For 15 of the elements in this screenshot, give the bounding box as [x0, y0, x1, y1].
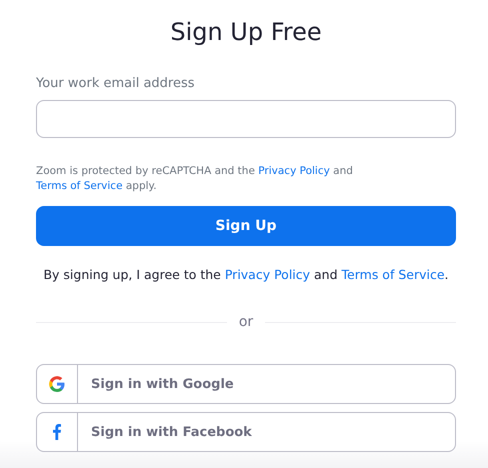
- sign-up-button[interactable]: Sign Up: [36, 206, 456, 246]
- recaptcha-note: Zoom is protected by reCAPTCHA and the Privacy Policy and Terms of Service apply.: [36, 164, 354, 194]
- divider-text: or: [238, 314, 254, 330]
- social-sign-in-button[interactable]: Sign in with Google: [36, 364, 456, 404]
- link[interactable]: Terms of Service: [342, 267, 445, 282]
- page-title: Sign Up Free: [169, 17, 323, 48]
- google-icon: [49, 376, 65, 392]
- email-field[interactable]: [36, 100, 456, 138]
- field-label: Your work email address: [36, 76, 196, 92]
- agreement-text: By signing up, I agree to the Privacy Policy and Terms of Service.: [42, 266, 450, 284]
- link[interactable]: Privacy Policy: [258, 165, 330, 177]
- facebook-icon: [53, 424, 61, 440]
- link[interactable]: Terms of Service: [36, 180, 123, 192]
- social-sign-in-button[interactable]: Sign in with Facebook: [36, 412, 456, 452]
- link[interactable]: Privacy Policy: [224, 267, 310, 282]
